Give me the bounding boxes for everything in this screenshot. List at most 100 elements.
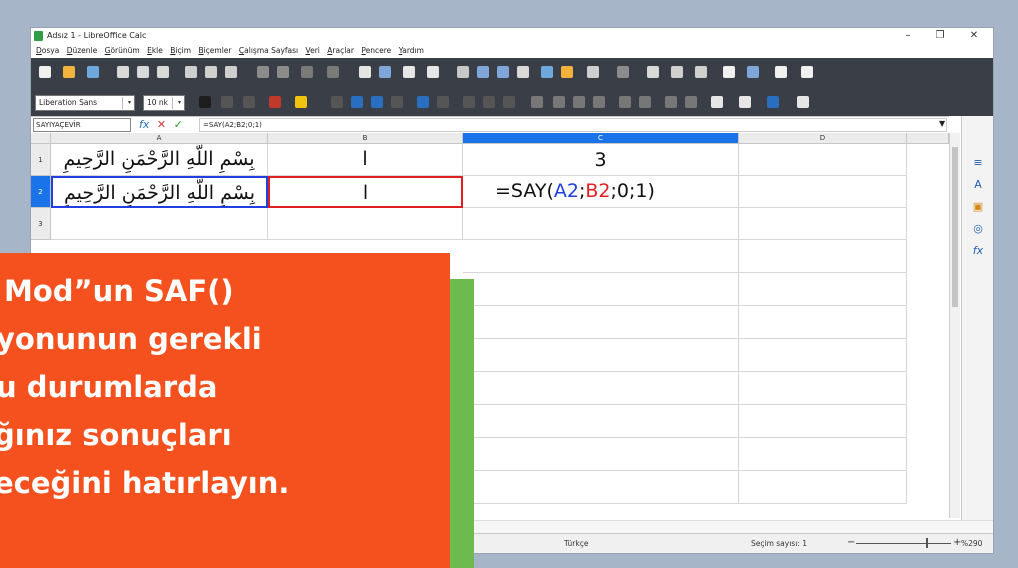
italic-icon[interactable]	[221, 96, 233, 108]
date-format-icon[interactable]	[593, 96, 605, 108]
navigator-icon[interactable]: ◎	[971, 222, 985, 236]
menu-pencere[interactable]: Pencere	[361, 46, 391, 55]
menu-araclar[interactable]: Araçlar	[327, 46, 354, 55]
align-left-icon[interactable]	[331, 96, 343, 108]
row-icon[interactable]	[403, 66, 415, 78]
cut-icon[interactable]	[185, 66, 197, 78]
zoom-slider-knob[interactable]	[926, 538, 928, 548]
border-color-icon[interactable]	[767, 96, 779, 108]
increase-indent-icon[interactable]	[665, 96, 677, 108]
print-preview-icon[interactable]	[157, 66, 169, 78]
status-language[interactable]: Türkçe	[564, 539, 588, 548]
menu-duzenle[interactable]: Düzenle	[67, 46, 98, 55]
function-wizard-icon[interactable]: fx	[139, 118, 149, 131]
align-right-icon[interactable]	[371, 96, 383, 108]
cell-d1[interactable]	[739, 144, 907, 176]
menu-bicim[interactable]: Biçim	[170, 46, 191, 55]
menu-dosya[interactable]: Dosya	[36, 46, 59, 55]
menu-veri[interactable]: Veri	[306, 46, 320, 55]
cell-c7[interactable]	[463, 339, 739, 372]
cell-d10[interactable]	[739, 438, 907, 471]
paste-icon[interactable]	[225, 66, 237, 78]
comment-icon[interactable]	[671, 66, 683, 78]
clear-formatting-icon[interactable]	[277, 66, 289, 78]
highlight-color-icon[interactable]	[295, 96, 307, 108]
menu-calisma-sayfasi[interactable]: Çalışma Sayfası	[239, 46, 298, 55]
cell-c10[interactable]	[463, 438, 739, 471]
font-name-box[interactable]: Liberation Sans ▾	[35, 95, 135, 111]
gallery-icon[interactable]: ▣	[971, 200, 985, 214]
cell-c9[interactable]	[463, 405, 739, 438]
column-header-e[interactable]	[907, 133, 949, 144]
undo-icon[interactable]	[301, 66, 313, 78]
split-window-icon[interactable]	[747, 66, 759, 78]
maximize-button[interactable]: ❐	[929, 29, 951, 43]
show-draw-functions-icon[interactable]	[775, 66, 787, 78]
special-character-icon[interactable]	[617, 66, 629, 78]
number-format-icon[interactable]	[573, 96, 585, 108]
column-icon[interactable]	[427, 66, 439, 78]
clone-formatting-icon[interactable]	[257, 66, 269, 78]
save-icon[interactable]	[87, 66, 99, 78]
cell-d7[interactable]	[739, 339, 907, 372]
sort-descending-icon[interactable]	[497, 66, 509, 78]
open-folder-icon[interactable]	[63, 66, 75, 78]
cell-b3[interactable]	[268, 208, 463, 240]
border-style-icon[interactable]	[739, 96, 751, 108]
row-header-3[interactable]: 3	[31, 208, 51, 240]
bold-icon[interactable]	[199, 96, 211, 108]
cell-d9[interactable]	[739, 405, 907, 438]
redo-icon[interactable]	[327, 66, 339, 78]
decrease-indent-icon[interactable]	[685, 96, 697, 108]
font-size-dropdown-icon[interactable]: ▾	[172, 97, 183, 109]
menu-ekle[interactable]: Ekle	[147, 46, 163, 55]
cell-c1[interactable]: 3	[463, 144, 739, 176]
menu-bicemler[interactable]: Biçemler	[198, 46, 231, 55]
align-bottom-icon[interactable]	[503, 96, 515, 108]
new-document-icon[interactable]	[39, 66, 51, 78]
row-header-1[interactable]: 1	[31, 144, 51, 176]
borders-icon[interactable]	[711, 96, 723, 108]
conditional-format-icon[interactable]	[797, 96, 809, 108]
zoom-level[interactable]: %290	[961, 539, 982, 548]
merge-center-icon[interactable]	[437, 96, 449, 108]
header-footer-icon[interactable]	[695, 66, 707, 78]
cell-b2[interactable]: ا	[268, 176, 463, 208]
currency-format-icon[interactable]	[531, 96, 543, 108]
font-name-dropdown-icon[interactable]: ▾	[122, 97, 133, 109]
styles-icon[interactable]: A	[971, 178, 985, 192]
name-box[interactable]: SAYIYAÇEVİR	[33, 118, 131, 132]
insert-image-icon[interactable]	[541, 66, 553, 78]
font-size-box[interactable]: 10 nk ▾	[143, 95, 185, 111]
sort-icon[interactable]	[457, 66, 469, 78]
align-center-icon[interactable]	[351, 96, 363, 108]
functions-icon[interactable]: fx	[971, 244, 985, 258]
column-header-b[interactable]: B	[268, 133, 463, 144]
cell-c6[interactable]	[463, 306, 739, 339]
cell-a1[interactable]: بِسْمِ اللَّهِ الرَّحْمَنِ الرَّحِيمِ	[51, 144, 268, 176]
minimize-button[interactable]: –	[897, 29, 919, 43]
menu-gorunum[interactable]: Görünüm	[105, 46, 140, 55]
cell-b1[interactable]: ا	[268, 144, 463, 176]
freeze-rows-icon[interactable]	[723, 66, 735, 78]
pivot-table-icon[interactable]	[587, 66, 599, 78]
find-replace-icon[interactable]	[359, 66, 371, 78]
row-header-2[interactable]: 2	[31, 176, 51, 208]
cell-c3[interactable]	[463, 208, 739, 240]
cell-d6[interactable]	[739, 306, 907, 339]
sidebar-toggle-icon[interactable]	[801, 66, 813, 78]
column-header-a[interactable]: A	[51, 133, 268, 144]
column-header-d[interactable]: D	[739, 133, 907, 144]
cell-c11[interactable]	[463, 471, 739, 504]
cell-a2[interactable]: بِسْمِ اللَّهِ الرَّحْمَنِ الرَّحِيمِ	[51, 176, 268, 208]
zoom-out-button[interactable]: −	[847, 537, 855, 548]
cell-c2[interactable]: =SAY(A2;B2;0;1)	[463, 176, 739, 208]
percent-format-icon[interactable]	[553, 96, 565, 108]
expand-formula-bar-icon[interactable]: ▼	[939, 119, 945, 128]
print-icon[interactable]	[137, 66, 149, 78]
font-color-icon[interactable]	[269, 96, 281, 108]
cell-d2[interactable]	[739, 176, 907, 208]
align-top-icon[interactable]	[463, 96, 475, 108]
add-decimal-icon[interactable]	[619, 96, 631, 108]
close-button[interactable]: ✕	[963, 29, 985, 43]
